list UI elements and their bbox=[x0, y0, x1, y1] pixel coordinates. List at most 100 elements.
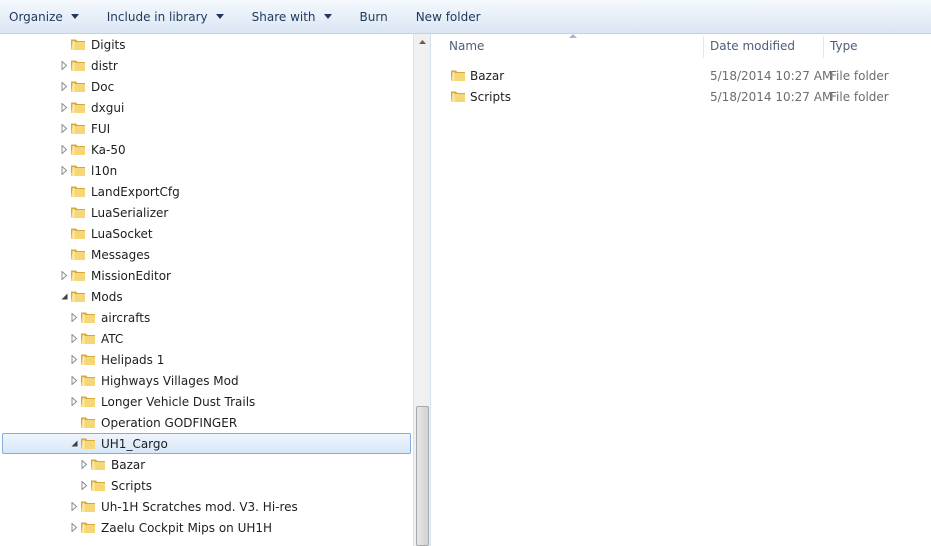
expand-arrow-icon[interactable] bbox=[60, 271, 69, 280]
expand-arrow-icon[interactable] bbox=[60, 103, 69, 112]
expand-arrow-icon[interactable] bbox=[60, 145, 69, 154]
folder-icon bbox=[71, 186, 85, 197]
tree-item[interactable]: LuaSocket bbox=[0, 223, 413, 244]
tree-item-label: Operation GODFINGER bbox=[101, 415, 238, 430]
column-header-date[interactable]: Date modified bbox=[710, 34, 795, 58]
folder-icon bbox=[71, 81, 85, 92]
expand-arrow-icon[interactable] bbox=[70, 397, 79, 406]
expand-arrow-icon[interactable] bbox=[60, 61, 69, 70]
tree-item[interactable]: MissionEditor bbox=[0, 265, 413, 286]
tree-item[interactable]: Digits bbox=[0, 34, 413, 55]
column-header-type[interactable]: Type bbox=[830, 34, 858, 58]
folder-icon bbox=[81, 375, 95, 386]
folder-icon bbox=[71, 249, 85, 260]
tree-item-label: Digits bbox=[91, 37, 126, 52]
tree-item[interactable]: Zaelu Cockpit Mips on UH1H bbox=[0, 517, 413, 538]
expand-arrow-icon[interactable] bbox=[70, 355, 79, 364]
chevron-down-icon bbox=[215, 14, 224, 19]
column-name-label: Name bbox=[449, 39, 485, 53]
column-divider[interactable] bbox=[823, 36, 824, 58]
folder-icon bbox=[81, 417, 95, 428]
file-row[interactable]: Bazar 5/18/2014 10:27 AM File folder bbox=[431, 65, 931, 86]
tree-item-label: LuaSerializer bbox=[91, 205, 169, 220]
tree-item-label: MissionEditor bbox=[91, 268, 171, 283]
tree-item-label: Scripts bbox=[111, 478, 153, 493]
tree-item[interactable]: Helipads 1 bbox=[0, 349, 413, 370]
new-folder-button[interactable]: New folder bbox=[407, 0, 490, 33]
tree-item[interactable]: Uh-1H Scratches mod. V3. Hi-res bbox=[0, 496, 413, 517]
folder-icon bbox=[81, 501, 95, 512]
folder-icon bbox=[71, 207, 85, 218]
folder-icon bbox=[451, 91, 465, 102]
expand-arrow-icon[interactable] bbox=[70, 523, 79, 532]
folder-icon bbox=[71, 39, 85, 50]
tree-item[interactable]: Messages bbox=[0, 244, 413, 265]
tree-item[interactable]: Ka-50 bbox=[0, 139, 413, 160]
folder-icon bbox=[81, 333, 95, 344]
tree-item-label: Doc bbox=[91, 79, 115, 94]
tree-item[interactable]: Bazar bbox=[0, 454, 413, 475]
share-label: Share with bbox=[251, 9, 316, 24]
expand-arrow-icon[interactable] bbox=[70, 313, 79, 322]
scroll-up-arrow-icon[interactable] bbox=[414, 34, 431, 51]
scrollbar-thumb[interactable] bbox=[416, 406, 429, 546]
column-date-label: Date modified bbox=[710, 39, 796, 53]
tree-item[interactable]: Mods bbox=[0, 286, 413, 307]
tree-item[interactable]: Longer Vehicle Dust Trails bbox=[0, 391, 413, 412]
folder-icon bbox=[81, 396, 95, 407]
tree-item[interactable]: LuaSerializer bbox=[0, 202, 413, 223]
tree-item-label: UH1_Cargo bbox=[101, 436, 168, 451]
expand-arrow-icon[interactable] bbox=[80, 481, 89, 490]
burn-label: Burn bbox=[359, 9, 388, 24]
tree-item[interactable]: LandExportCfg bbox=[0, 181, 413, 202]
folder-icon bbox=[91, 480, 105, 491]
tree-item[interactable]: Doc bbox=[0, 76, 413, 97]
sort-ascending-icon bbox=[569, 34, 577, 38]
tree-item[interactable]: l10n bbox=[0, 160, 413, 181]
tree-item[interactable]: UH1_Cargo bbox=[0, 433, 413, 454]
tree-item[interactable]: Scripts bbox=[0, 475, 413, 496]
expand-arrow-icon[interactable] bbox=[60, 82, 69, 91]
expand-arrow-icon[interactable] bbox=[70, 376, 79, 385]
collapse-arrow-icon[interactable] bbox=[70, 439, 79, 448]
expand-arrow-icon[interactable] bbox=[60, 124, 69, 133]
expand-arrow-icon[interactable] bbox=[70, 334, 79, 343]
tree-item[interactable]: distr bbox=[0, 55, 413, 76]
tree-item[interactable]: aircrafts bbox=[0, 307, 413, 328]
expand-arrow-icon[interactable] bbox=[80, 460, 89, 469]
column-header-name[interactable]: Name bbox=[449, 34, 484, 58]
tree-item-label: LandExportCfg bbox=[91, 184, 180, 199]
include-in-library-button[interactable]: Include in library bbox=[98, 0, 233, 33]
tree-item-label: FUI bbox=[91, 121, 111, 136]
tree-item[interactable]: dxgui bbox=[0, 97, 413, 118]
folder-icon bbox=[81, 354, 95, 365]
navigation-pane: Digits distr Doc dxgui FUI Ka-50 l10n LandExpor… bbox=[0, 34, 415, 546]
include-label: Include in library bbox=[106, 9, 208, 24]
folder-icon bbox=[71, 144, 85, 155]
tree-item-label: dxgui bbox=[91, 100, 125, 115]
selection-highlight bbox=[2, 433, 411, 454]
tree-item-label: distr bbox=[91, 58, 118, 73]
tree-item[interactable]: Operation GODFINGER bbox=[0, 412, 413, 433]
nav-scrollbar[interactable] bbox=[413, 34, 430, 546]
tree-item[interactable]: ATC bbox=[0, 328, 413, 349]
share-with-button[interactable]: Share with bbox=[243, 0, 341, 33]
tree-item-label: Messages bbox=[91, 247, 150, 262]
expand-arrow-icon[interactable] bbox=[60, 166, 69, 175]
file-date: 5/18/2014 10:27 AM bbox=[710, 68, 833, 83]
chevron-down-icon bbox=[323, 14, 332, 19]
file-name: Bazar bbox=[470, 68, 505, 83]
new-folder-label: New folder bbox=[415, 9, 481, 24]
tree-item[interactable]: FUI bbox=[0, 118, 413, 139]
column-divider[interactable] bbox=[703, 36, 704, 58]
tree-item[interactable]: Highways Villages Mod bbox=[0, 370, 413, 391]
file-date: 5/18/2014 10:27 AM bbox=[710, 89, 833, 104]
burn-button[interactable]: Burn bbox=[351, 0, 397, 33]
tree-item-label: LuaSocket bbox=[91, 226, 153, 241]
organize-button[interactable]: Organize bbox=[0, 0, 88, 33]
tree-item-label: Bazar bbox=[111, 457, 146, 472]
file-row[interactable]: Scripts 5/18/2014 10:27 AM File folder bbox=[431, 86, 931, 107]
expand-arrow-icon[interactable] bbox=[70, 502, 79, 511]
chevron-down-icon bbox=[70, 14, 79, 19]
collapse-arrow-icon[interactable] bbox=[60, 292, 69, 301]
